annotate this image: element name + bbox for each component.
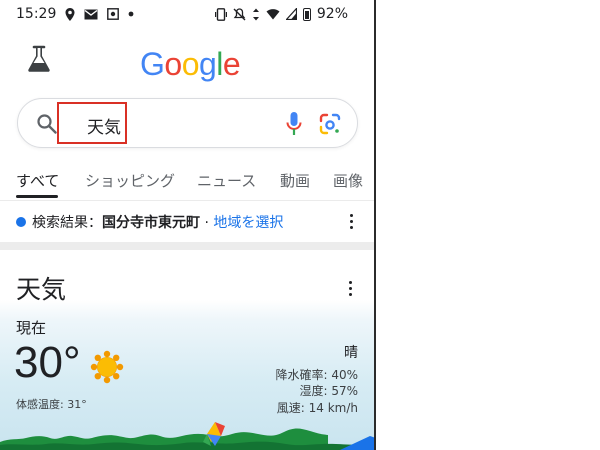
search-input[interactable]: 天気 xyxy=(87,113,121,138)
location-dot-icon xyxy=(16,217,26,227)
search-icon[interactable] xyxy=(36,113,58,135)
weather-title: 天気 xyxy=(16,275,67,304)
weather-now-label: 現在 xyxy=(16,319,47,337)
status-time: 15:29 xyxy=(16,6,57,22)
logo-letter: o xyxy=(181,46,200,82)
tab-shopping[interactable]: ショッピング xyxy=(85,170,175,191)
status-left: 15:29 xyxy=(16,6,134,22)
search-bar[interactable]: 天気 xyxy=(17,98,358,148)
logo-letter: g xyxy=(198,46,217,82)
status-bar: 15:29 92% xyxy=(0,0,374,30)
mic-icon[interactable] xyxy=(286,111,302,137)
choose-area-link[interactable]: 地域を選択 xyxy=(213,215,283,231)
tab-videos[interactable]: 動画 xyxy=(280,170,310,191)
humidity: 湿度: 57% xyxy=(299,384,358,398)
weather-condition: 晴 xyxy=(344,345,358,361)
logo-letter: G xyxy=(140,46,165,82)
landscape-illustration xyxy=(0,422,374,450)
logo-letter: e xyxy=(222,46,241,82)
location-separator: · xyxy=(200,215,214,231)
mail-icon xyxy=(84,9,98,19)
lens-icon[interactable] xyxy=(318,112,342,136)
weather-more-icon[interactable] xyxy=(349,281,353,297)
location-more-icon[interactable] xyxy=(350,214,354,230)
sun-icon xyxy=(90,350,124,384)
weather-card: 天気 現在 30° 体感温度: 31° 晴 降水確率: 40% 湿度: 57% … xyxy=(0,250,374,450)
logo-letter: l xyxy=(216,46,223,82)
precipitation: 降水確率: 40% xyxy=(275,368,358,382)
dot-icon xyxy=(128,11,134,17)
tab-images[interactable]: 画像 xyxy=(333,170,363,191)
feels-like: 体感温度: 31° xyxy=(16,398,87,411)
tabs-divider xyxy=(0,200,374,201)
logo-text: Google xyxy=(140,46,241,83)
wifi-icon xyxy=(266,9,280,20)
wind-speed: 風速: 14 km/h xyxy=(276,401,358,415)
tab-news[interactable]: ニュース xyxy=(197,170,256,191)
signal-icon xyxy=(285,8,297,20)
location-icon xyxy=(65,7,75,21)
mute-icon xyxy=(233,7,246,20)
location-prefix: 検索結果： xyxy=(32,215,102,231)
status-right: 92% xyxy=(214,6,348,22)
data-arrows-icon xyxy=(252,8,259,20)
google-logo: Google xyxy=(140,46,241,83)
battery-icon xyxy=(302,7,311,21)
search-tabs: すべて ショッピング ニュース 動画 画像 xyxy=(0,170,374,200)
vibrate-icon xyxy=(214,7,227,21)
phone-screen: 15:29 92% Google 天気 すべて ショッピング ニュース 動画 画… xyxy=(0,0,376,450)
location-row: 検索結果：国分寺市東元町 · 地域を選択 xyxy=(16,212,283,232)
active-tab-indicator xyxy=(16,195,58,198)
current-temperature: 30° xyxy=(14,338,81,387)
logo-letter: o xyxy=(164,46,182,82)
section-divider xyxy=(0,242,374,250)
battery-percent: 92% xyxy=(316,6,348,22)
app-icon xyxy=(107,8,120,20)
flask-icon[interactable] xyxy=(24,44,54,74)
location-place: 国分寺市東元町 xyxy=(102,215,200,231)
tab-all[interactable]: すべて xyxy=(16,170,59,191)
